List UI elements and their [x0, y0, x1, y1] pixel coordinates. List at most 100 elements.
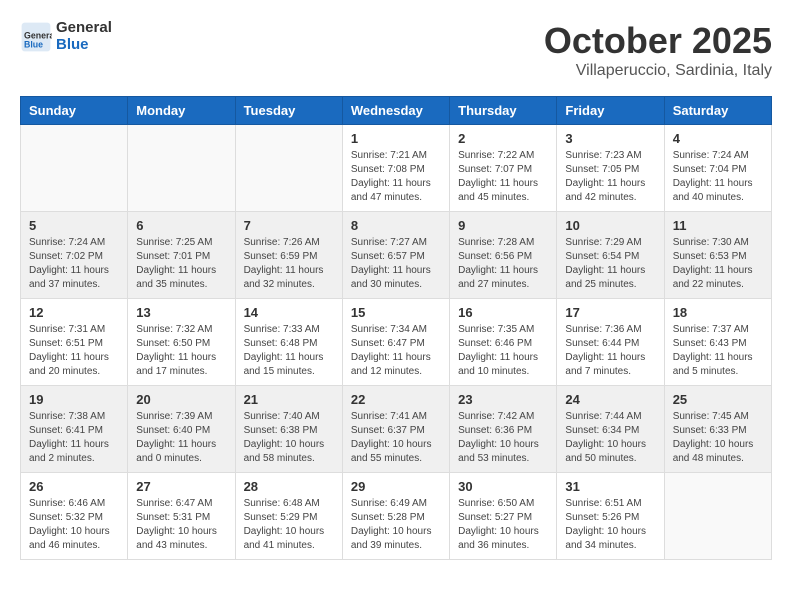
day-info: Sunrise: 7:26 AM Sunset: 6:59 PM Dayligh…: [244, 236, 334, 292]
logo-general: General: [56, 19, 112, 36]
day-of-week-wednesday: Wednesday: [342, 97, 449, 125]
calendar-cell: 7 Sunrise: 7:26 AM Sunset: 6:59 PM Daylig…: [235, 212, 342, 299]
calendar-cell: 28 Sunrise: 6:48 AM Sunset: 5:29 PM Dayli…: [235, 473, 342, 560]
calendar-cell: 14Sunrise: 7:33 AM Sunset: 6:48 PM Dayli…: [235, 299, 342, 386]
day-number: 28: [244, 479, 334, 494]
day-number: 20: [136, 392, 226, 407]
page-header: General Blue General Blue October 2025 V…: [20, 20, 772, 80]
day-info: Sunrise: 7:45 AM Sunset: 6:33 PM Dayligh…: [673, 410, 763, 466]
day-of-week-friday: Friday: [557, 97, 664, 125]
day-number: 7: [244, 218, 334, 233]
calendar-cell: 13Sunrise: 7:32 AM Sunset: 6:50 PM Dayli…: [128, 299, 235, 386]
day-number: 26: [29, 479, 119, 494]
calendar-header-row: SundayMondayTuesdayWednesdayThursdayFrid…: [21, 97, 772, 125]
logo-blue: Blue: [56, 36, 89, 53]
day-info: Sunrise: 6:51 AM Sunset: 5:26 PM Dayligh…: [565, 497, 655, 553]
calendar-cell: 6Sunrise: 7:25 AM Sunset: 7:01 PM Daylig…: [128, 212, 235, 299]
day-info: Sunrise: 7:35 AM Sunset: 6:46 PM Dayligh…: [458, 323, 548, 379]
calendar-cell: 11Sunrise: 7:30 AM Sunset: 6:53 PM Dayli…: [664, 212, 771, 299]
day-of-week-saturday: Saturday: [664, 97, 771, 125]
day-number: 15: [351, 305, 441, 320]
day-number: 17: [565, 305, 655, 320]
calendar-week-row: 26 Sunrise: 6:46 AM Sunset: 5:32 PM Dayli…: [21, 473, 772, 560]
day-info: Sunrise: 7:24 AM Sunset: 7:02 PM Dayligh…: [29, 236, 119, 292]
calendar-cell: 18 Sunrise: 7:37 AM Sunset: 6:43 PM Dayli…: [664, 299, 771, 386]
day-info: Sunrise: 7:38 AM Sunset: 6:41 PM Dayligh…: [29, 410, 119, 466]
day-number: 4: [673, 131, 763, 146]
calendar-week-row: 19Sunrise: 7:38 AM Sunset: 6:41 PM Dayli…: [21, 386, 772, 473]
day-info: Sunrise: 7:32 AM Sunset: 6:50 PM Dayligh…: [136, 323, 226, 379]
day-number: 2: [458, 131, 548, 146]
day-info: Sunrise: 6:50 AM Sunset: 5:27 PM Dayligh…: [458, 497, 548, 553]
day-number: 18: [673, 305, 763, 320]
location-subtitle: Villaperuccio, Sardinia, Italy: [544, 62, 772, 80]
calendar-cell: 31 Sunrise: 6:51 AM Sunset: 5:26 PM Dayli…: [557, 473, 664, 560]
calendar-cell: 4 Sunrise: 7:24 AM Sunset: 7:04 PM Daylig…: [664, 125, 771, 212]
calendar-cell: 30Sunrise: 6:50 AM Sunset: 5:27 PM Dayli…: [450, 473, 557, 560]
month-title: October 2025: [544, 20, 772, 62]
day-number: 6: [136, 218, 226, 233]
day-number: 12: [29, 305, 119, 320]
calendar-cell: 3 Sunrise: 7:23 AM Sunset: 7:05 PM Daylig…: [557, 125, 664, 212]
svg-text:Blue: Blue: [24, 39, 43, 49]
day-info: Sunrise: 7:24 AM Sunset: 7:04 PM Dayligh…: [673, 149, 763, 205]
day-number: 11: [673, 218, 763, 233]
day-info: Sunrise: 7:40 AM Sunset: 6:38 PM Dayligh…: [244, 410, 334, 466]
day-number: 25: [673, 392, 763, 407]
day-info: Sunrise: 7:44 AM Sunset: 6:34 PM Dayligh…: [565, 410, 655, 466]
day-number: 8: [351, 218, 441, 233]
day-of-week-thursday: Thursday: [450, 97, 557, 125]
day-number: 29: [351, 479, 441, 494]
day-info: Sunrise: 6:49 AM Sunset: 5:28 PM Dayligh…: [351, 497, 441, 553]
day-info: Sunrise: 7:37 AM Sunset: 6:43 PM Dayligh…: [673, 323, 763, 379]
logo-icon: General Blue: [20, 21, 52, 53]
calendar-cell: [128, 125, 235, 212]
day-info: Sunrise: 7:29 AM Sunset: 6:54 PM Dayligh…: [565, 236, 655, 292]
day-number: 23: [458, 392, 548, 407]
day-number: 9: [458, 218, 548, 233]
calendar-cell: 16 Sunrise: 7:35 AM Sunset: 6:46 PM Dayli…: [450, 299, 557, 386]
calendar-cell: [21, 125, 128, 212]
day-number: 24: [565, 392, 655, 407]
calendar-cell: 19Sunrise: 7:38 AM Sunset: 6:41 PM Dayli…: [21, 386, 128, 473]
day-info: Sunrise: 7:23 AM Sunset: 7:05 PM Dayligh…: [565, 149, 655, 205]
day-number: 27: [136, 479, 226, 494]
calendar-cell: 22Sunrise: 7:41 AM Sunset: 6:37 PM Dayli…: [342, 386, 449, 473]
calendar-cell: 5 Sunrise: 7:24 AM Sunset: 7:02 PM Daylig…: [21, 212, 128, 299]
day-info: Sunrise: 7:34 AM Sunset: 6:47 PM Dayligh…: [351, 323, 441, 379]
day-number: 21: [244, 392, 334, 407]
calendar-cell: [664, 473, 771, 560]
day-number: 16: [458, 305, 548, 320]
day-info: Sunrise: 7:39 AM Sunset: 6:40 PM Dayligh…: [136, 410, 226, 466]
day-info: Sunrise: 6:48 AM Sunset: 5:29 PM Dayligh…: [244, 497, 334, 553]
calendar-cell: 20 Sunrise: 7:39 AM Sunset: 6:40 PM Dayli…: [128, 386, 235, 473]
day-info: Sunrise: 7:31 AM Sunset: 6:51 PM Dayligh…: [29, 323, 119, 379]
day-info: Sunrise: 7:27 AM Sunset: 6:57 PM Dayligh…: [351, 236, 441, 292]
day-info: Sunrise: 6:46 AM Sunset: 5:32 PM Dayligh…: [29, 497, 119, 553]
calendar-cell: 29 Sunrise: 6:49 AM Sunset: 5:28 PM Dayli…: [342, 473, 449, 560]
day-info: Sunrise: 7:36 AM Sunset: 6:44 PM Dayligh…: [565, 323, 655, 379]
calendar-cell: 1Sunrise: 7:21 AM Sunset: 7:08 PM Daylig…: [342, 125, 449, 212]
day-number: 5: [29, 218, 119, 233]
day-info: Sunrise: 7:33 AM Sunset: 6:48 PM Dayligh…: [244, 323, 334, 379]
day-info: Sunrise: 7:21 AM Sunset: 7:08 PM Dayligh…: [351, 149, 441, 205]
day-number: 3: [565, 131, 655, 146]
day-info: Sunrise: 6:47 AM Sunset: 5:31 PM Dayligh…: [136, 497, 226, 553]
day-info: Sunrise: 7:42 AM Sunset: 6:36 PM Dayligh…: [458, 410, 548, 466]
calendar-week-row: 5 Sunrise: 7:24 AM Sunset: 7:02 PM Daylig…: [21, 212, 772, 299]
calendar-cell: 2 Sunrise: 7:22 AM Sunset: 7:07 PM Daylig…: [450, 125, 557, 212]
calendar-cell: 21 Sunrise: 7:40 AM Sunset: 6:38 PM Dayli…: [235, 386, 342, 473]
calendar-cell: 23 Sunrise: 7:42 AM Sunset: 6:36 PM Dayli…: [450, 386, 557, 473]
calendar-cell: 9 Sunrise: 7:28 AM Sunset: 6:56 PM Daylig…: [450, 212, 557, 299]
calendar-cell: 24 Sunrise: 7:44 AM Sunset: 6:34 PM Dayli…: [557, 386, 664, 473]
day-info: Sunrise: 7:22 AM Sunset: 7:07 PM Dayligh…: [458, 149, 548, 205]
day-of-week-sunday: Sunday: [21, 97, 128, 125]
day-number: 31: [565, 479, 655, 494]
logo: General Blue General Blue: [20, 20, 112, 53]
day-info: Sunrise: 7:28 AM Sunset: 6:56 PM Dayligh…: [458, 236, 548, 292]
day-of-week-tuesday: Tuesday: [235, 97, 342, 125]
calendar-table: SundayMondayTuesdayWednesdayThursdayFrid…: [20, 96, 772, 560]
calendar-cell: [235, 125, 342, 212]
day-number: 22: [351, 392, 441, 407]
calendar-cell: 8 Sunrise: 7:27 AM Sunset: 6:57 PM Daylig…: [342, 212, 449, 299]
